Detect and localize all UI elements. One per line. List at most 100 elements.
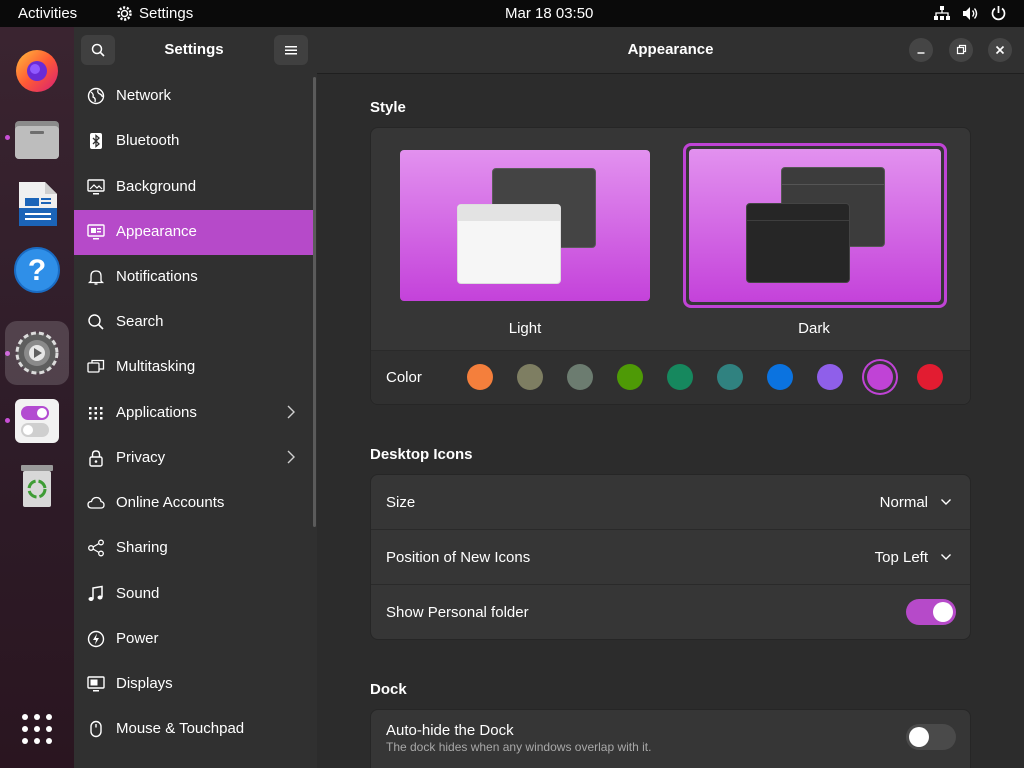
- settings-gear-icon: [117, 6, 132, 21]
- app-grid-icon: [89, 407, 103, 420]
- hamburger-icon: [285, 46, 297, 55]
- bluetooth-icon: [90, 133, 102, 149]
- personal-folder-row: Show Personal folder: [371, 585, 970, 639]
- dark-preview-front-window: [746, 203, 850, 283]
- power-icon[interactable]: [991, 5, 1006, 21]
- sidebar-item-bluetooth[interactable]: Bluetooth: [74, 119, 314, 164]
- sidebar-header: Settings: [74, 27, 317, 73]
- main-menu-button[interactable]: [274, 35, 308, 65]
- top-bar: Activities Settings Mar 18 03:50: [0, 0, 1024, 27]
- sidebar-scrollbar[interactable]: [313, 77, 316, 527]
- share-icon: [88, 539, 104, 557]
- autohide-label: Auto-hide the Dock: [386, 722, 514, 739]
- power-bolt-icon: [87, 630, 105, 648]
- desktop-icons-section-title: Desktop Icons: [370, 446, 473, 463]
- dark-preview: [689, 149, 941, 302]
- settings-launcher[interactable]: [5, 321, 69, 385]
- sidebar-item-multitasking[interactable]: Multitasking: [74, 345, 314, 390]
- main-panel: Appearance Style Light Dark Color Deskto…: [317, 27, 1024, 768]
- color-swatch[interactable]: [767, 364, 793, 390]
- sidebar-item-privacy[interactable]: Privacy: [74, 436, 314, 481]
- app-menu[interactable]: Settings: [139, 5, 193, 22]
- dark-style-label: Dark: [798, 320, 830, 337]
- activities-button[interactable]: Activities: [18, 5, 77, 22]
- sidebar-item-background[interactable]: Background: [74, 165, 314, 210]
- icon-size-value[interactable]: Normal: [880, 494, 928, 511]
- firefox-launcher[interactable]: [11, 44, 63, 96]
- tweaks-launcher[interactable]: [11, 395, 63, 447]
- autohide-switch[interactable]: [906, 724, 956, 750]
- clock[interactable]: Mar 18 03:50: [505, 5, 593, 22]
- sidebar-item-online-accounts[interactable]: Online Accounts: [74, 481, 314, 526]
- writer-launcher[interactable]: [11, 178, 63, 230]
- files-launcher[interactable]: [11, 112, 63, 164]
- mouse-icon: [90, 720, 102, 738]
- monitor-icon: [87, 179, 105, 195]
- trash-icon: [21, 465, 53, 507]
- icon-position-row[interactable]: Position of New Icons Top Left: [371, 530, 970, 584]
- icon-position-value[interactable]: Top Left: [875, 549, 928, 566]
- globe-icon: [87, 87, 105, 105]
- minimize-icon: [917, 52, 925, 54]
- sidebar-item-mouse-touchpad[interactable]: Mouse & Touchpad: [74, 707, 314, 752]
- personal-folder-switch[interactable]: [906, 599, 956, 625]
- trash-launcher[interactable]: [11, 460, 63, 512]
- color-swatch[interactable]: [567, 364, 593, 390]
- tweaks-icon: [15, 399, 59, 443]
- chevron-down-icon: [941, 499, 951, 505]
- light-preview-front-window: [457, 204, 561, 284]
- firefox-icon: [16, 50, 58, 92]
- chevron-down-icon: [941, 554, 951, 560]
- settings-sidebar: Settings Network Bluetooth Background Ap…: [74, 27, 318, 768]
- icon-size-label: Size: [386, 494, 416, 511]
- color-label: Color: [386, 369, 422, 386]
- color-swatch[interactable]: [817, 364, 843, 390]
- color-swatch[interactable]: [467, 364, 493, 390]
- desktop-icons-card: Size Normal Position of New Icons Top Le…: [370, 474, 971, 640]
- maximize-button[interactable]: [949, 38, 973, 62]
- color-swatch[interactable]: [517, 364, 543, 390]
- sidebar-item-appearance[interactable]: Appearance: [74, 210, 314, 255]
- color-swatch[interactable]: [867, 364, 893, 390]
- close-button[interactable]: [988, 38, 1012, 62]
- icon-size-row[interactable]: Size Normal: [371, 475, 970, 529]
- dock-card: Auto-hide the Dock The dock hides when a…: [370, 709, 971, 768]
- show-apps-icon[interactable]: [21, 713, 53, 745]
- cloud-icon: [87, 496, 105, 509]
- svg-text:?: ?: [28, 254, 46, 287]
- volume-icon[interactable]: [962, 6, 979, 21]
- light-style-label: Light: [508, 320, 542, 337]
- multitasking-icon: [87, 359, 105, 373]
- main-header: Appearance: [317, 27, 1024, 74]
- display-icon: [87, 676, 105, 692]
- color-swatch[interactable]: [717, 364, 743, 390]
- music-note-icon: [88, 585, 103, 601]
- sidebar-item-power[interactable]: Power: [74, 617, 314, 662]
- icon-position-label: Position of New Icons: [386, 549, 531, 566]
- color-swatch[interactable]: [667, 364, 693, 390]
- light-style-option[interactable]: [400, 150, 650, 301]
- sidebar-item-network[interactable]: Network: [74, 74, 314, 119]
- restore-icon: [956, 44, 967, 55]
- lock-icon: [89, 450, 103, 467]
- sidebar-item-displays[interactable]: Displays: [74, 662, 314, 707]
- writer-icon: [19, 182, 57, 226]
- network-icon[interactable]: [934, 6, 950, 21]
- style-card: Light Dark Color: [370, 127, 971, 405]
- bell-icon: [87, 270, 105, 285]
- color-swatch[interactable]: [617, 364, 643, 390]
- sidebar-item-sound[interactable]: Sound: [74, 572, 314, 617]
- help-launcher[interactable]: ?: [11, 244, 63, 296]
- minimize-button[interactable]: [909, 38, 933, 62]
- dark-style-option[interactable]: [683, 143, 947, 308]
- sidebar-item-search[interactable]: Search: [74, 300, 314, 345]
- autohide-description: The dock hides when any windows overlap …: [386, 740, 652, 754]
- chevron-right-icon: [287, 450, 295, 464]
- color-swatch[interactable]: [917, 364, 943, 390]
- sidebar-item-applications[interactable]: Applications: [74, 391, 314, 436]
- sidebar-item-notifications[interactable]: Notifications: [74, 255, 314, 300]
- close-icon: [995, 45, 1005, 55]
- sidebar-item-sharing[interactable]: Sharing: [74, 526, 314, 571]
- chevron-right-icon: [287, 405, 295, 419]
- magnifier-icon: [88, 314, 104, 330]
